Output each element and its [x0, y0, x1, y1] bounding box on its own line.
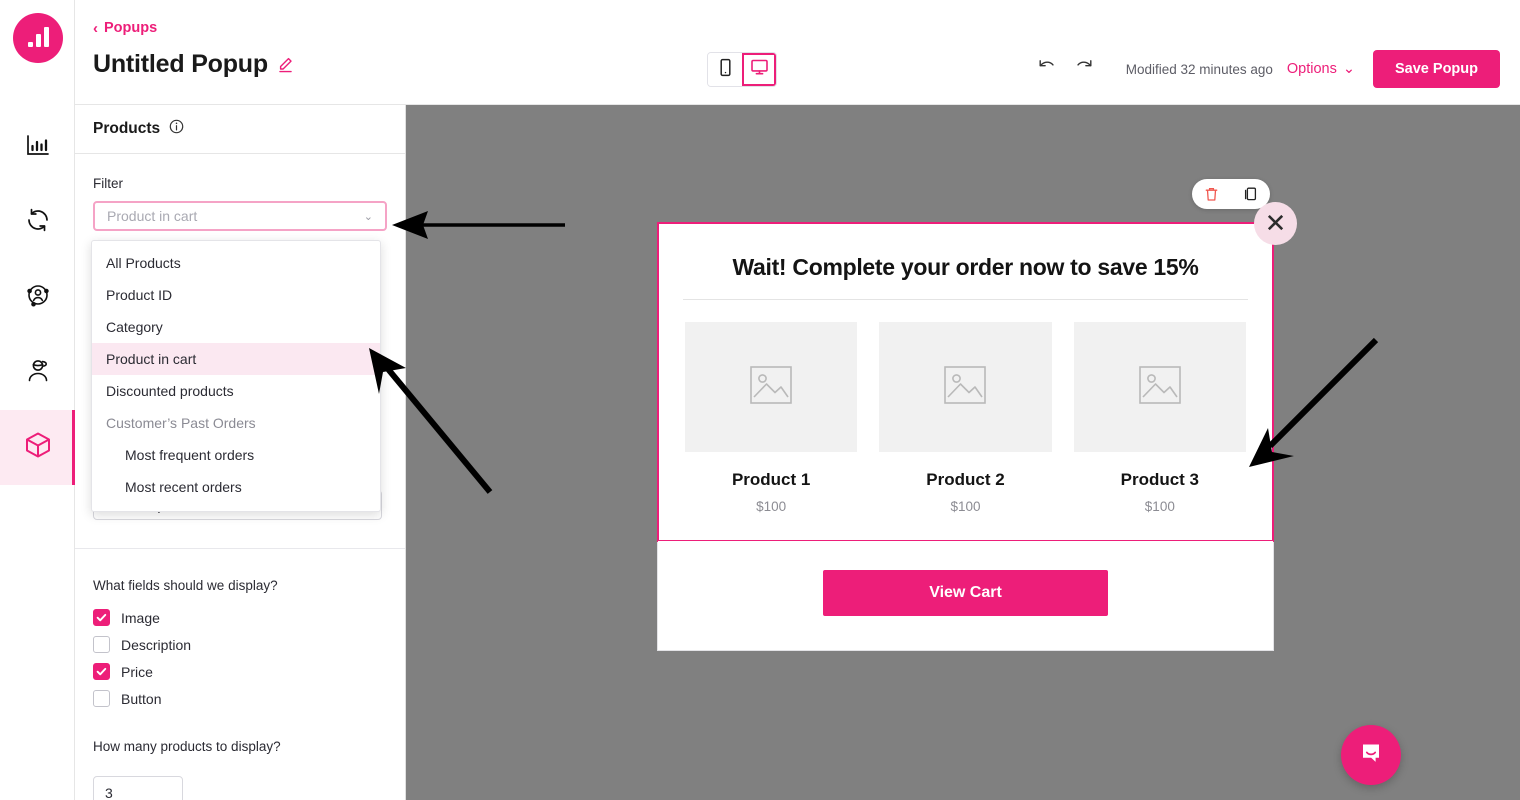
app-root: ‹ Popups Untitled Popup Modified 32 minu… — [0, 0, 1520, 800]
app-logo[interactable] — [13, 13, 63, 63]
modified-timestamp: Modified 32 minutes ago — [1125, 61, 1273, 77]
image-placeholder-icon — [942, 364, 988, 411]
checkbox-icon — [93, 663, 110, 680]
field-label: Description — [121, 636, 192, 653]
field-checkbox-description[interactable]: Description — [93, 631, 382, 658]
pencil-icon[interactable] — [277, 56, 294, 73]
checkbox-icon — [93, 690, 110, 707]
editor-header: ‹ Popups Untitled Popup Modified 32 minu… — [75, 0, 1520, 105]
checkbox-icon — [93, 609, 110, 626]
product-name: Product 3 — [1120, 470, 1200, 489]
intercom-launcher[interactable] — [1341, 725, 1401, 785]
redo-button[interactable] — [1066, 50, 1104, 88]
desktop-icon — [750, 58, 769, 81]
sidebar-item-agent[interactable] — [0, 335, 75, 410]
back-link-label: Popups — [104, 20, 158, 36]
duplicate-icon[interactable] — [1243, 186, 1258, 202]
product-price: $100 — [1144, 499, 1175, 514]
product-count-section: How many products to display? — [93, 739, 382, 800]
box-icon — [23, 430, 53, 465]
field-checkbox-price[interactable]: Price — [93, 658, 382, 685]
view-cart-button[interactable]: View Cart — [823, 570, 1108, 616]
undo-icon — [1036, 56, 1057, 82]
filter-select-value: Product in cart — [107, 208, 198, 224]
field-label: Button — [121, 690, 162, 707]
dropdown-option-product-id[interactable]: Product ID — [92, 279, 380, 311]
popup-headline: Wait! Complete your order now to save 15… — [732, 254, 1199, 280]
page-title: Untitled Popup — [93, 50, 294, 79]
dropdown-option-most-recent-orders[interactable]: Most recent orders — [92, 471, 380, 503]
panel-body: Filter Product in cart ⌄ — [75, 154, 405, 231]
chevron-left-icon: ‹ — [93, 19, 98, 37]
product-image — [685, 322, 858, 452]
page-title-text: Untitled Popup — [93, 50, 268, 78]
fields-question: What fields should we display? — [93, 578, 278, 593]
chevron-down-icon: ⌄ — [363, 210, 373, 223]
dropdown-option-category[interactable]: Category — [92, 311, 380, 343]
product-card[interactable]: Product 2 $100 — [879, 322, 1052, 514]
dropdown-option-all-products[interactable]: All Products — [92, 247, 380, 279]
undo-button[interactable] — [1028, 50, 1066, 88]
block-toolbar — [1192, 179, 1270, 209]
product-count-input[interactable] — [93, 776, 183, 800]
popup-footer: View Cart — [658, 541, 1273, 650]
product-image — [879, 322, 1052, 452]
panel-divider — [75, 548, 405, 549]
product-price: $100 — [950, 499, 981, 514]
sidebar-item-audience[interactable] — [0, 260, 75, 335]
dropdown-option-product-in-cart[interactable]: Product in cart — [92, 343, 380, 375]
header-actions: Modified 32 minutes ago Options ⌄ Save P… — [1028, 50, 1500, 88]
trash-icon[interactable] — [1204, 186, 1219, 202]
dropdown-option-discounted-products[interactable]: Discounted products — [92, 375, 380, 407]
sync-icon — [24, 206, 52, 239]
sidebar-item-sync[interactable] — [0, 185, 75, 260]
close-icon[interactable]: ✕ — [1254, 202, 1297, 245]
bar-chart-icon — [24, 131, 52, 164]
product-card[interactable]: Product 3 $100 — [1073, 322, 1246, 514]
options-menu-button[interactable]: Options ⌄ — [1287, 61, 1355, 77]
filter-label: Filter — [93, 176, 123, 191]
image-placeholder-icon — [748, 364, 794, 411]
back-to-popups-link[interactable]: ‹ Popups — [93, 20, 157, 36]
filter-dropdown-menu: All Products Product ID Category Product… — [91, 240, 381, 512]
options-label: Options — [1286, 61, 1337, 77]
preview-canvas: ✕ Wait! Complete your order now to save … — [406, 105, 1520, 800]
count-question: How many products to display? — [93, 739, 281, 754]
save-popup-button[interactable]: Save Popup — [1373, 50, 1500, 88]
field-checkbox-image[interactable]: Image — [93, 604, 382, 631]
popup-selected-block[interactable]: Wait! Complete your order now to save 15… — [657, 222, 1274, 542]
product-card[interactable]: Product 1 $100 — [685, 322, 858, 514]
field-checkbox-button[interactable]: Button — [93, 685, 382, 712]
product-image — [1073, 322, 1246, 452]
chat-bubble-icon — [1356, 738, 1386, 773]
sidebar-item-analytics[interactable] — [0, 110, 75, 185]
popup-preview[interactable]: Wait! Complete your order now to save 15… — [657, 222, 1274, 651]
device-mobile-button[interactable] — [708, 53, 742, 86]
panel-title: Products — [93, 120, 161, 137]
left-nav-rail — [0, 0, 75, 800]
checkbox-icon — [93, 636, 110, 653]
product-name: Product 1 — [731, 470, 811, 489]
dropdown-option-most-frequent-orders[interactable]: Most frequent orders — [92, 439, 380, 471]
redo-icon — [1074, 56, 1095, 82]
product-name: Product 2 — [926, 470, 1005, 489]
dropdown-group-past-orders: Customer’s Past Orders — [106, 415, 256, 431]
panel-header: Products — [75, 105, 405, 154]
sidebar-item-popups[interactable] — [0, 410, 75, 485]
product-price: $100 — [756, 499, 787, 514]
device-desktop-button[interactable] — [742, 53, 776, 86]
agent-icon — [24, 356, 52, 389]
info-icon[interactable] — [169, 119, 184, 139]
device-toggle — [707, 52, 777, 87]
image-placeholder-icon — [1137, 364, 1183, 411]
audience-icon — [24, 281, 52, 314]
field-label: Image — [121, 609, 160, 626]
chevron-down-icon: ⌄ — [1342, 61, 1355, 77]
filter-select[interactable]: Product in cart ⌄ — [93, 201, 387, 231]
product-grid: Product 1 $100 Product 2 $100 Product 3 … — [659, 300, 1272, 540]
display-fields-section: What fields should we display? Image Des… — [93, 578, 382, 712]
field-label: Price — [121, 663, 153, 680]
mobile-icon — [718, 58, 733, 82]
